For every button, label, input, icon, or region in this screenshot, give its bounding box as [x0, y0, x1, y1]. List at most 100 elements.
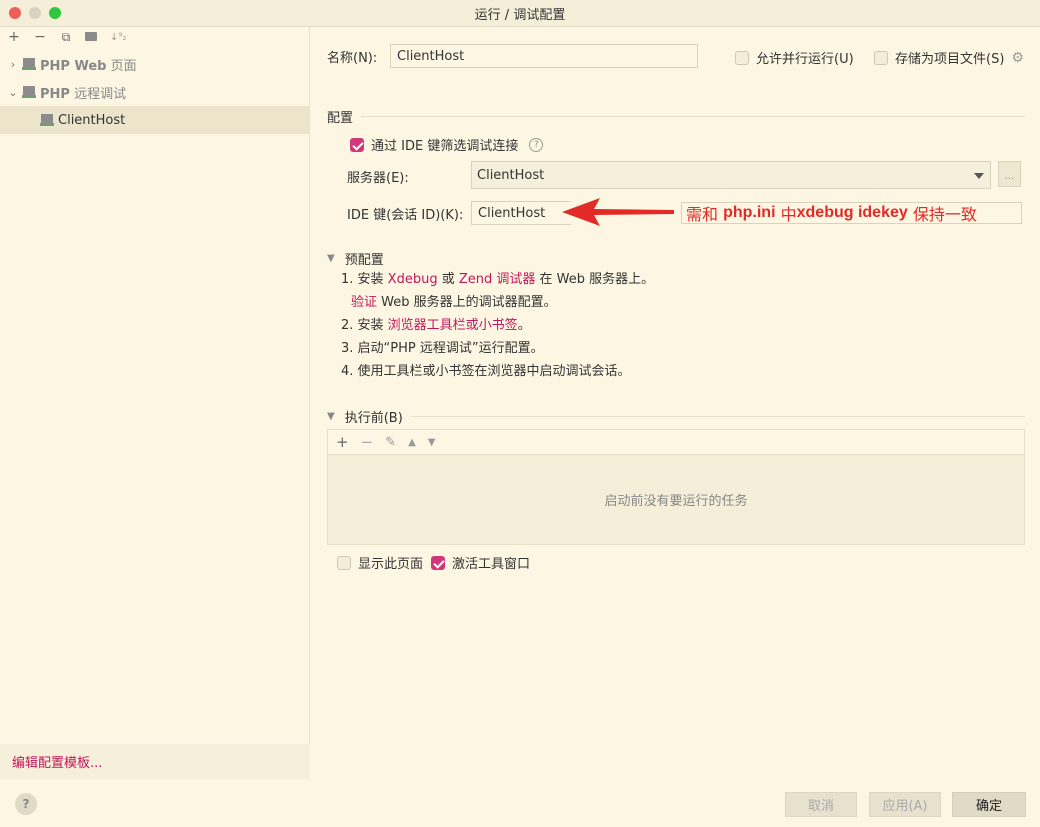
show-page-label: 显示此页面 [358, 557, 424, 572]
move-up-icon[interactable]: ▲ [408, 437, 416, 448]
apply-button[interactable]: 应用(A) [869, 792, 941, 817]
server-select-value: ClientHost [477, 167, 545, 183]
edit-templates-link[interactable]: 编辑配置模板... [12, 752, 102, 771]
name-label: 名称(N): [327, 50, 378, 66]
php-icon [22, 57, 36, 71]
ide-key-input[interactable]: ClientHost [471, 201, 571, 225]
php-icon [40, 113, 54, 127]
add-icon[interactable]: + [336, 433, 349, 451]
store-as-project-label: 存储为项目文件(S) [895, 52, 1005, 67]
store-as-project-checkbox[interactable] [874, 50, 888, 65]
help-button[interactable]: ? [15, 793, 37, 815]
step-text: Web 服务器上的调试器配置。 [377, 295, 557, 310]
tree-group-php-web[interactable]: › PHP Web 页面 [0, 50, 309, 78]
annotation-bold: xdebug idekey [796, 204, 908, 221]
activate-window-label: 激活工具窗口 [452, 557, 531, 572]
tasks-empty-text: 启动前没有要运行的任务 [604, 494, 748, 509]
tree-group-php-remote[interactable]: ⌄ PHP 远程调试 [0, 78, 309, 106]
allow-parallel-option[interactable]: 允许并行运行(U) [735, 48, 854, 67]
step-text: 。 [517, 318, 531, 333]
store-as-project-option[interactable]: 存储为项目文件(S) ⚙ [874, 48, 1024, 67]
activate-window-checkbox[interactable] [431, 555, 446, 570]
browser-toolbar-link[interactable]: 浏览器工具栏或小书签 [388, 318, 518, 333]
tree-item-clienthost[interactable]: ClientHost [0, 106, 309, 134]
activate-window-option[interactable]: 激活工具窗口 [431, 553, 530, 572]
window-title: 运行 / 调试配置 [474, 7, 566, 23]
tree-group-bold: PHP Web [40, 58, 107, 74]
step-line: 2. 安装 浏览器工具栏或小书签。 [341, 314, 654, 337]
tasks-empty-state: 启动前没有要运行的任务 [328, 455, 1024, 544]
title-bar: 运行 / 调试配置 [0, 0, 1040, 27]
chevron-down-icon [974, 173, 984, 179]
add-icon[interactable]: + [6, 29, 22, 45]
zoom-window-button[interactable] [49, 7, 61, 19]
ide-key-label: IDE 键(会话 ID)(K): [347, 208, 464, 223]
minimize-window-button[interactable] [29, 7, 41, 19]
tree-group-rest: 远程调试 [69, 86, 127, 102]
php-icon [22, 85, 36, 99]
sidebar-toolbar: + − ⧉ ↓⁹₂ [0, 27, 309, 47]
edit-icon[interactable]: ✎ [385, 435, 396, 450]
chevron-down-icon[interactable]: ▼ [327, 411, 335, 422]
config-section-header: 配置 [327, 107, 1025, 126]
filter-ide-label: 通过 IDE 键筛选调试连接 [371, 139, 519, 154]
before-launch-section-header[interactable]: ▼ 执行前(B) [327, 407, 1025, 426]
chevron-right-icon[interactable]: › [4, 58, 22, 71]
step-text: 2. 安装 [341, 318, 388, 333]
cancel-button[interactable]: 取消 [785, 792, 857, 817]
copy-icon[interactable]: ⧉ [58, 30, 74, 45]
show-page-option[interactable]: 显示此页面 [337, 553, 423, 572]
filter-ide-checkbox[interactable] [350, 137, 364, 152]
xdebug-link[interactable]: Xdebug [388, 272, 438, 287]
tree-group-rest: 页面 [106, 58, 137, 74]
annotation-bold: php.ini [723, 204, 776, 221]
zend-debugger-link[interactable]: Zend 调试器 [459, 272, 536, 287]
config-section-title: 配置 [327, 111, 354, 126]
annotation-text: 需和 php.ini 中 xdebug idekey 保持一致 [681, 202, 1022, 224]
before-launch-title: 执行前(B) [344, 411, 403, 426]
name-row: 名称(N): ClientHost [327, 44, 698, 68]
close-window-button[interactable] [9, 7, 21, 19]
move-down-icon[interactable]: ▼ [428, 437, 436, 448]
ide-key-value: ClientHost [478, 205, 546, 221]
preconfig-section-title: 预配置 [344, 253, 384, 268]
step-text: 或 [437, 272, 459, 287]
help-icon[interactable]: ? [529, 137, 544, 152]
step-line: 1. 安装 Xdebug 或 Zend 调试器 在 Web 服务器上。 [341, 268, 654, 291]
annotation-part: 需和 [686, 205, 724, 224]
server-select[interactable]: ClientHost [471, 161, 991, 189]
step-text: 在 Web 服务器上。 [535, 272, 655, 287]
remove-icon[interactable]: − [361, 433, 374, 451]
configurations-sidebar: + − ⧉ ↓⁹₂ › PHP Web 页面 ⌄ PHP 远程调试 Client… [0, 27, 310, 779]
tree-item-label: ClientHost [58, 112, 126, 128]
validate-link[interactable]: 验证 [351, 295, 377, 310]
tree-group-bold: PHP [40, 86, 70, 102]
tasks-toolbar: + − ✎ ▲ ▼ [328, 430, 1024, 455]
divider [361, 116, 1025, 117]
sort-icon[interactable]: ↓⁹₂ [110, 32, 126, 43]
before-launch-tasks: + − ✎ ▲ ▼ 启动前没有要运行的任务 [327, 429, 1025, 545]
step-line: 4. 使用工具栏或小书签在浏览器中启动调试会话。 [341, 364, 631, 379]
remove-icon[interactable]: − [32, 29, 48, 45]
gear-icon[interactable]: ⚙ [1011, 50, 1024, 66]
allow-parallel-checkbox[interactable] [735, 50, 749, 65]
server-label: 服务器(E): [347, 171, 409, 186]
browse-servers-button[interactable]: ... [998, 161, 1021, 187]
annotation-part: 中 [775, 205, 797, 224]
annotation-part: 保持一致 [907, 205, 977, 224]
name-input[interactable]: ClientHost [390, 44, 698, 68]
step-line: 3. 启动“PHP 远程调试”运行配置。 [341, 341, 544, 356]
allow-parallel-label: 允许并行运行(U) [756, 52, 854, 67]
step-line: 验证 Web 服务器上的调试器配置。 [341, 291, 654, 314]
chevron-down-icon[interactable]: ⌄ [4, 86, 22, 99]
preconfig-steps: 1. 安装 Xdebug 或 Zend 调试器 在 Web 服务器上。 验证 W… [341, 268, 654, 383]
configuration-form: 名称(N): ClientHost 允许并行运行(U) 存储为项目文件(S) ⚙… [310, 27, 1040, 779]
show-page-checkbox[interactable] [337, 555, 351, 570]
ok-button[interactable]: 确定 [952, 792, 1026, 817]
step-text: 1. 安装 [341, 272, 388, 287]
preconfig-section-header[interactable]: ▼ 预配置 [327, 249, 1025, 268]
chevron-down-icon[interactable]: ▼ [327, 253, 335, 264]
before-launch-options: 显示此页面 激活工具窗口 [337, 553, 530, 572]
dialog-footer: ? 取消 应用(A) 确定 [0, 779, 1040, 827]
filter-ide-option[interactable]: 通过 IDE 键筛选调试连接 ? [350, 135, 544, 154]
